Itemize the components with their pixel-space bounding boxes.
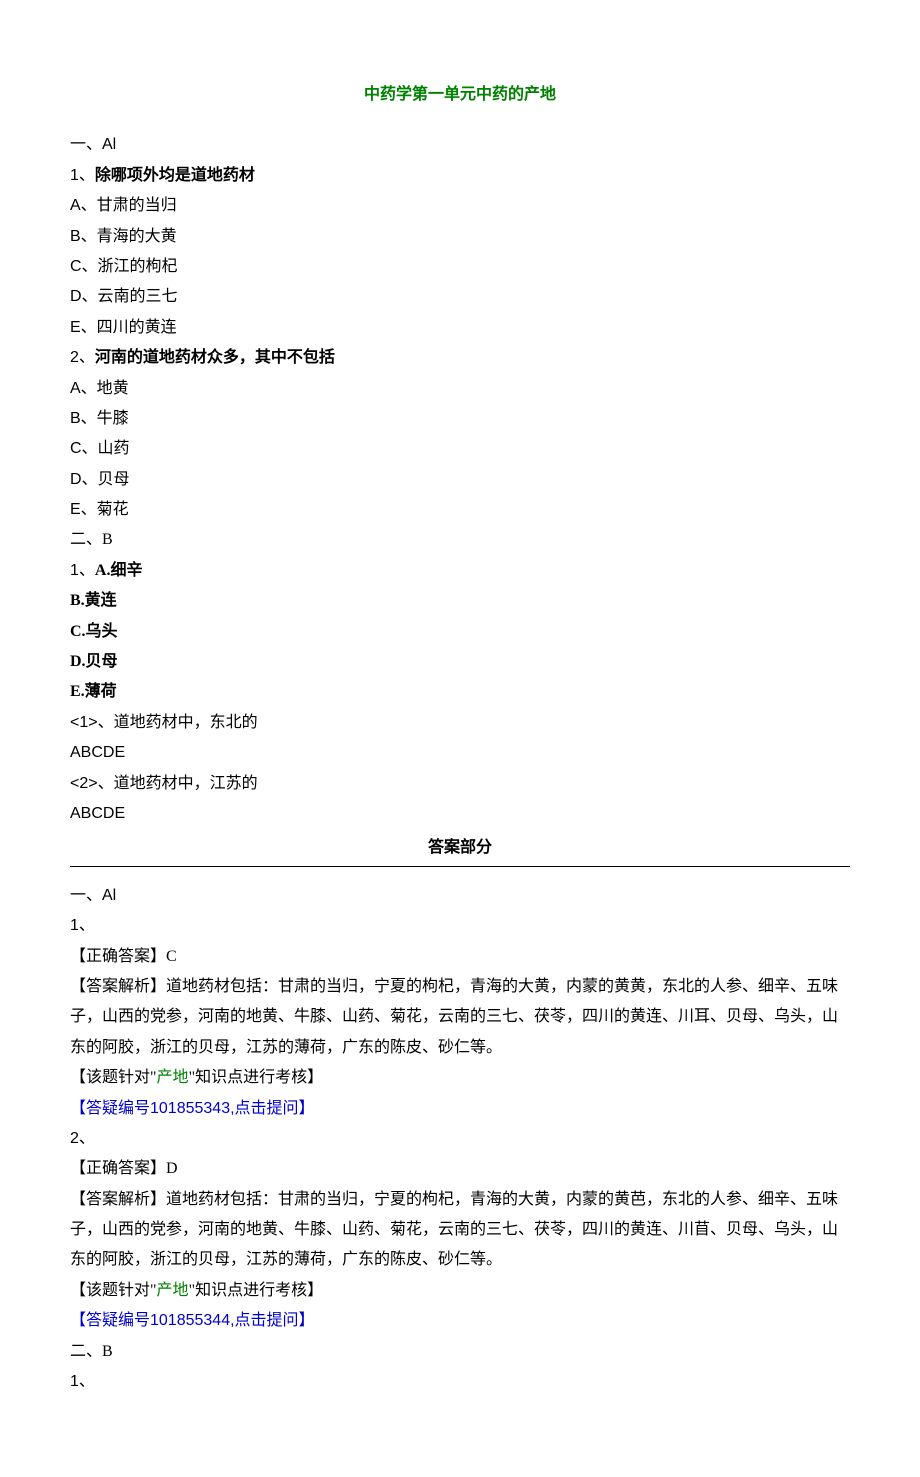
b-option-b: B.黄连	[70, 586, 850, 616]
q2-stem: 2、河南的道地药材众多，其中不包括	[70, 343, 850, 373]
q1-text: 除哪项外均是道地药材	[95, 167, 255, 184]
q2-option-d: D、贝母	[70, 465, 850, 495]
section-2-heading: 二、B	[70, 525, 850, 555]
b-option-d: D.贝母	[70, 647, 850, 677]
sub-q2: <2>、道地药材中，江苏的	[70, 769, 850, 799]
b-a-text: A.细辛	[95, 562, 143, 579]
b1-number: 1、	[70, 562, 95, 579]
q1-stem: 1、除哪项外均是道地药材	[70, 161, 850, 191]
b-option-e: E.薄荷	[70, 677, 850, 707]
answer-q1-link[interactable]: 【答疑编号101855343,点击提问】	[70, 1094, 850, 1124]
q1-option-b: B、青海的大黄	[70, 222, 850, 252]
answer-q2-correct: 【正确答案】D	[70, 1154, 850, 1184]
answer-q2-point-post: "知识点进行考核】	[189, 1282, 324, 1299]
sub-q1: <1>、道地药材中，东北的	[70, 708, 850, 738]
answer-q1-point-post: "知识点进行考核】	[189, 1069, 324, 1086]
answer-q1-correct: 【正确答案】C	[70, 942, 850, 972]
answer-section-2-heading: 二、B	[70, 1337, 850, 1367]
q1-option-e: E、四川的黄连	[70, 313, 850, 343]
q2-text: 河南的道地药材众多，其中不包括	[95, 349, 335, 366]
answer-q1-number: 1、	[70, 911, 850, 941]
answer-q2-point-pre: 【该题针对"	[70, 1282, 157, 1299]
answer-q1-point: 【该题针对"产地"知识点进行考核】	[70, 1063, 850, 1093]
answer-section-1-heading: 一、Al	[70, 881, 850, 911]
answer-q1-explanation: 【答案解析】道地药材包括：甘肃的当归，宁夏的枸杞，青海的大黄，内蒙的黄黄，东北的…	[70, 972, 850, 1063]
answer-q2-link[interactable]: 【答疑编号101855344,点击提问】	[70, 1306, 850, 1336]
q2-option-a: A、地黄	[70, 374, 850, 404]
q2-option-c: C、山药	[70, 434, 850, 464]
q1-option-a: A、甘肃的当归	[70, 191, 850, 221]
section-1-heading: 一、Al	[70, 130, 850, 160]
sub-q2-options: ABCDE	[70, 799, 850, 829]
q1-option-d: D、云南的三七	[70, 282, 850, 312]
q2-option-e: E、菊花	[70, 495, 850, 525]
q2-option-b: B、牛膝	[70, 404, 850, 434]
answer-q2-point: 【该题针对"产地"知识点进行考核】	[70, 1276, 850, 1306]
q2-number: 2、	[70, 349, 95, 366]
q1-option-c: C、浙江的枸杞	[70, 252, 850, 282]
answer-q2-explanation: 【答案解析】道地药材包括：甘肃的当归，宁夏的枸杞，青海的大黄，内蒙的黄芭，东北的…	[70, 1185, 850, 1276]
answer-section-header: 答案部分	[70, 833, 850, 866]
answer-q2-number: 2、	[70, 1124, 850, 1154]
answer-q2-point-topic: 产地	[157, 1282, 189, 1299]
sub-q1-options: ABCDE	[70, 738, 850, 768]
b-option-c: C.乌头	[70, 617, 850, 647]
answer-q1-point-pre: 【该题针对"	[70, 1069, 157, 1086]
q1-number: 1、	[70, 167, 95, 184]
page-title: 中药学第一单元中药的产地	[70, 80, 850, 110]
answer-b1-number: 1、	[70, 1367, 850, 1397]
b-option-a: 1、A.细辛	[70, 556, 850, 586]
answer-q1-point-topic: 产地	[157, 1069, 189, 1086]
